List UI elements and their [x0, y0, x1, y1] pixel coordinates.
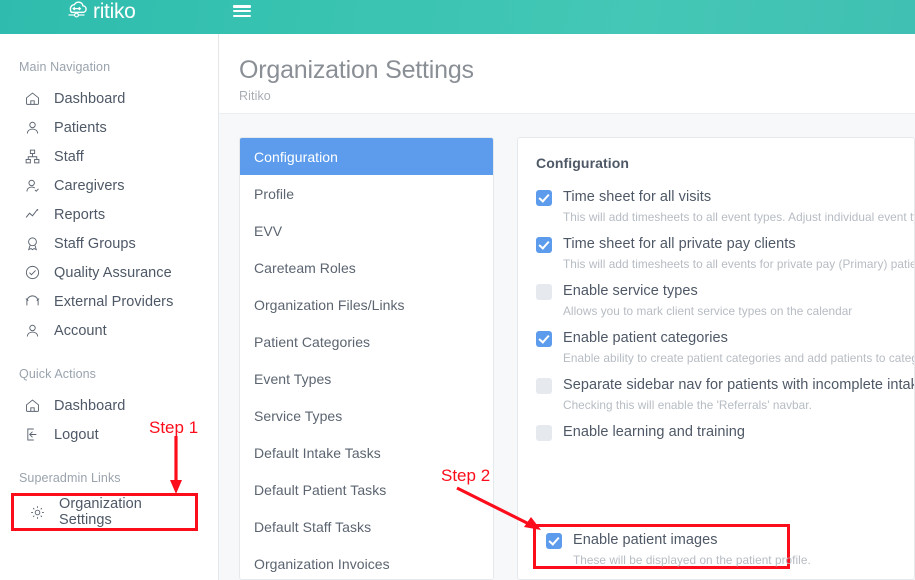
checkbox-enable-patient-categories[interactable] [536, 331, 552, 347]
sidebar-section-quick-actions: Quick Actions [0, 367, 218, 381]
checkbox-time-sheet-private-pay[interactable] [536, 237, 552, 253]
brand-logo[interactable]: ritiko [62, 0, 136, 22]
checkbox-enable-service-types[interactable] [536, 284, 552, 300]
sidebar-section-superadmin-links: Superadmin Links [0, 471, 218, 485]
option-description: This will add timesheets to all events f… [563, 257, 914, 271]
settings-list-item-organization-files-links[interactable]: Organization Files/Links [240, 286, 493, 323]
checkbox-time-sheet-all-visits[interactable] [536, 190, 552, 206]
logout-icon [24, 426, 41, 443]
sidebar-item-dashboard[interactable]: Dashboard [0, 84, 218, 113]
option-label: Time sheet for all private pay clients [563, 236, 796, 253]
main-content: Organization Settings Ritiko Configurati… [219, 34, 915, 580]
sidebar-item-label: Logout [54, 427, 99, 443]
sidebar-item-label: Dashboard [54, 398, 125, 414]
arch-icon [24, 293, 41, 310]
user-icon [24, 322, 41, 339]
sidebar-item-staff[interactable]: Staff [0, 142, 218, 171]
configuration-panel: Configuration Time sheet for all visits … [517, 137, 915, 580]
sidebar-item-caregivers[interactable]: Caregivers [0, 171, 218, 200]
sidebar-item-organization-settings[interactable]: Organization Settings [14, 496, 195, 528]
sidebar-item-label: Dashboard [54, 91, 125, 107]
option-description: Allows you to mark client service types … [563, 304, 914, 318]
settings-content-area: Configuration Profile EVV Careteam Roles… [219, 114, 915, 580]
option-label: Separate sidebar nav for patients with i… [563, 377, 915, 394]
settings-list-item-profile[interactable]: Profile [240, 175, 493, 212]
line-chart-icon [24, 206, 41, 223]
option-row-time-sheet-private-pay: Time sheet for all private pay clients T… [536, 236, 914, 271]
option-label: Enable patient images [573, 532, 718, 549]
annotation-step-1-label: Step 1 [149, 418, 198, 438]
page-subtitle: Ritiko [239, 89, 915, 103]
sidebar-item-label: Caregivers [54, 178, 125, 194]
org-chart-icon [24, 148, 41, 165]
sidebar-item-patients[interactable]: Patients [0, 113, 218, 142]
sidebar-item-label: External Providers [54, 294, 173, 310]
sidebar-item-label: Staff Groups [54, 236, 136, 252]
option-description: Enable ability to create patient categor… [563, 351, 914, 365]
enable-patient-images-highlight-box: Enable patient images These will be disp… [533, 524, 790, 569]
settings-list-item-patient-categories[interactable]: Patient Categories [240, 323, 493, 360]
option-row-enable-patient-images: Enable patient images These will be disp… [546, 532, 787, 567]
sidebar-item-reports[interactable]: Reports [0, 200, 218, 229]
option-row-time-sheet-all-visits: Time sheet for all visits This will add … [536, 189, 914, 224]
top-header-bar: ritiko [0, 0, 915, 34]
sidebar-item-label: Organization Settings [59, 496, 195, 528]
option-label: Enable learning and training [563, 424, 745, 441]
sidebar-item-account[interactable]: Account [0, 316, 218, 345]
brand-name: ritiko [93, 1, 136, 22]
check-circle-icon [24, 264, 41, 281]
option-description: These will be displayed on the patient p… [573, 553, 787, 567]
option-row-separate-sidebar-nav: Separate sidebar nav for patients with i… [536, 377, 914, 412]
sidebar-item-staff-groups[interactable]: Staff Groups [0, 229, 218, 258]
sidebar-item-external-providers[interactable]: External Providers [0, 287, 218, 316]
option-row-enable-patient-categories: Enable patient categories Enable ability… [536, 330, 914, 365]
settings-list-item-default-staff-tasks[interactable]: Default Staff Tasks [240, 508, 493, 545]
sidebar-section-main-navigation: Main Navigation [0, 60, 218, 74]
user-check-icon [24, 177, 41, 194]
home-icon [24, 397, 41, 414]
option-label: Enable patient categories [563, 330, 728, 347]
option-row-enable-service-types: Enable service types Allows you to mark … [536, 283, 914, 318]
home-icon [24, 90, 41, 107]
sidebar-item-quality-assurance[interactable]: Quality Assurance [0, 258, 218, 287]
organization-settings-highlight-box: Organization Settings [11, 493, 198, 531]
checkbox-enable-learning-and-training[interactable] [536, 425, 552, 441]
sidebar-item-label: Reports [54, 207, 105, 223]
settings-list-item-service-types[interactable]: Service Types [240, 397, 493, 434]
option-row-enable-learning-and-training: Enable learning and training [536, 424, 914, 441]
option-description: This will add timesheets to all event ty… [563, 210, 914, 224]
settings-list-item-evv[interactable]: EVV [240, 212, 493, 249]
checkbox-enable-patient-images[interactable] [546, 533, 562, 549]
app-root: ritiko Main Navigation Dashboard [0, 0, 915, 580]
sidebar-item-quick-dashboard[interactable]: Dashboard [0, 391, 218, 420]
configuration-panel-title: Configuration [536, 155, 914, 171]
settings-list-item-event-types[interactable]: Event Types [240, 360, 493, 397]
settings-section-list: Configuration Profile EVV Careteam Roles… [239, 137, 494, 580]
award-icon [24, 235, 41, 252]
sidebar-item-label: Staff [54, 149, 84, 165]
hamburger-menu-icon[interactable] [233, 3, 251, 19]
page-header: Organization Settings Ritiko [219, 34, 915, 114]
option-label: Time sheet for all visits [563, 189, 711, 206]
settings-list-item-careteam-roles[interactable]: Careteam Roles [240, 249, 493, 286]
annotation-step-2-label: Step 2 [441, 466, 490, 486]
user-icon [24, 119, 41, 136]
sidebar-item-label: Account [54, 323, 107, 339]
gear-icon [29, 504, 46, 521]
settings-list-item-configuration[interactable]: Configuration [240, 138, 493, 175]
option-description: Checking this will enable the 'Referrals… [563, 398, 914, 412]
sidebar-item-label: Quality Assurance [54, 265, 172, 281]
cloud-sync-logo-icon [62, 0, 92, 22]
settings-list-item-organization-invoices[interactable]: Organization Invoices [240, 545, 493, 580]
checkbox-separate-sidebar-nav[interactable] [536, 378, 552, 394]
page-title: Organization Settings [239, 56, 915, 85]
option-label: Enable service types [563, 283, 698, 300]
sidebar-item-label: Patients [54, 120, 107, 136]
